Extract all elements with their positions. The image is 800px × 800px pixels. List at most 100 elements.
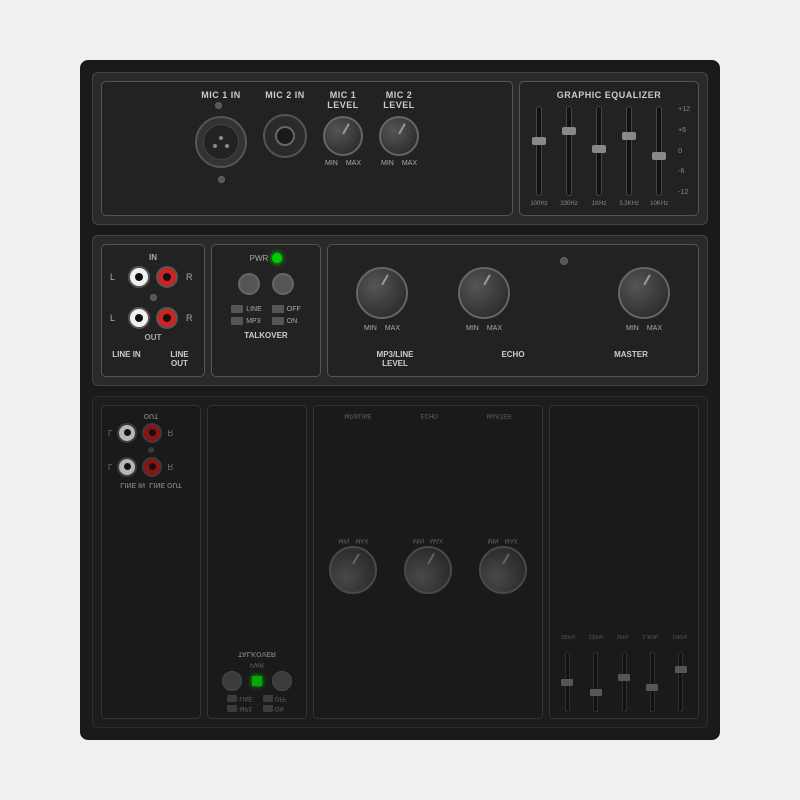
refl-btn2 — [272, 671, 292, 691]
refl-fc1 — [556, 642, 578, 712]
refl-rca-r1-inner — [149, 464, 156, 471]
talkover-label: TALKOVER — [244, 331, 287, 340]
eq-fader-10khz: 10KHz — [648, 106, 670, 207]
line-out-bottom-label: LINE OUT — [163, 350, 196, 368]
refl-10khz: 10KHz — [672, 633, 687, 639]
device-body: MIC 1 IN — [80, 60, 720, 740]
off-switch[interactable] — [272, 305, 284, 313]
refl-k3-max: MAX — [505, 538, 518, 544]
r-in-label: R — [186, 272, 196, 282]
refl-sw-line: LINE — [227, 695, 252, 702]
mic-section: MIC 1 IN — [101, 81, 513, 216]
xlr-pin-left — [213, 144, 217, 148]
refl-k1-max: MAX — [355, 538, 368, 544]
pwr-label: PWR — [250, 254, 269, 263]
refl-sw-grp2: ON OFF — [263, 695, 287, 712]
line-switch-item: LINE — [231, 305, 262, 313]
master-labels: MIN MAX — [626, 325, 662, 332]
rca-out-row: L R — [110, 307, 196, 329]
talkover-btn-2[interactable] — [272, 273, 294, 295]
mic1-level-knob[interactable] — [323, 116, 363, 156]
refl-sw-on: ON — [263, 705, 287, 712]
eq-track-3 — [596, 106, 602, 196]
mp3-switch-item: MP3 — [231, 317, 262, 325]
rca-in-red[interactable] — [156, 266, 178, 288]
master-knob[interactable] — [618, 267, 670, 319]
refl-l1: L — [108, 463, 112, 472]
trs-connector[interactable] — [263, 114, 307, 158]
refl-fc3 — [613, 642, 635, 712]
mp3-switch-label: MP3 — [246, 318, 260, 325]
screw-right — [560, 257, 568, 265]
mic1-level-label: MIC 1LEVEL — [327, 90, 359, 110]
refl-knob2-unit: MIN MAX — [404, 538, 452, 595]
xlr-pins — [213, 136, 229, 148]
refl-k3-labels: MIN MAX — [488, 538, 518, 544]
rca-out-white[interactable] — [128, 307, 150, 329]
eq-handle-4[interactable] — [622, 132, 636, 140]
eq-fader-330hz: 330Hz — [558, 106, 580, 207]
trs-inner — [275, 126, 295, 146]
refl-r1: R — [167, 463, 173, 472]
refl-talkover: MP3 LINE ON OFF — [207, 405, 307, 719]
in-label: IN — [110, 253, 196, 262]
eq-track-1 — [536, 106, 542, 196]
switch-group-1: LINE MP3 — [231, 305, 262, 325]
refl-labels-row: LINE IN LINE OUT — [108, 481, 194, 488]
mic2-in-label: MIC 2 IN — [265, 90, 305, 100]
mp3-switch[interactable] — [231, 317, 243, 325]
center-screw — [150, 294, 157, 301]
eq-handle-3[interactable] — [592, 145, 606, 153]
echo-min-label: MIN — [466, 325, 479, 332]
mp3-line-knob[interactable] — [356, 267, 408, 319]
mic2-level-knob[interactable] — [379, 116, 419, 156]
refl-mp3-line-lbl: MP3/LINE — [344, 412, 371, 418]
eq-track-5 — [656, 106, 662, 196]
refl-r2: R — [167, 429, 173, 438]
rca-out-red[interactable] — [156, 307, 178, 329]
line-io-section: IN L R L — [101, 244, 205, 377]
xlr-connector[interactable] — [195, 116, 247, 168]
rca-in-white-inner — [135, 273, 143, 281]
refl-line-out: LINE OUT — [149, 481, 182, 488]
mic2-level-group: MIC 2LEVEL MIN MAX — [379, 90, 419, 167]
refl-k3-min: MIN — [488, 538, 499, 544]
refl-echo-lbl: ECHO — [420, 412, 437, 418]
eq-handle-2[interactable] — [562, 127, 576, 135]
mic1-min-label: MIN — [325, 160, 338, 167]
on-switch[interactable] — [272, 317, 284, 325]
eq-section: GRAPHIC EQUALIZER 100Hz 330Hz — [519, 81, 699, 216]
master-bottom-label: MASTER — [572, 350, 690, 368]
line-switch[interactable] — [231, 305, 243, 313]
mp3-line-labels: MIN MAX — [364, 325, 400, 332]
mp3-min-label: MIN — [364, 325, 377, 332]
refl-k2-labels: MIN MAX — [413, 538, 443, 544]
l-in-label: L — [110, 272, 120, 282]
mic1-max-label: MAX — [346, 160, 361, 167]
eq-handle-1[interactable] — [532, 137, 546, 145]
knob-labels-row: MP3/LINELEVEL ECHO MASTER — [336, 350, 690, 368]
eq-handle-5[interactable] — [652, 152, 666, 160]
rca-in-red-inner — [163, 273, 171, 281]
refl-labels: PWR — [250, 661, 264, 667]
refl-led — [252, 676, 262, 686]
eq-scale-0: 0 — [678, 148, 690, 155]
eq-freq-5: 10KHz — [650, 201, 668, 207]
refl-sw-grp1: MP3 LINE — [227, 695, 252, 712]
mic1-in-label: MIC 1 IN — [201, 90, 241, 100]
refl-on-sw — [263, 705, 273, 712]
eq-scale-p6: +6 — [678, 127, 690, 134]
mic2-knob-labels: MIN MAX — [381, 160, 417, 167]
out-label: OUT — [110, 333, 196, 342]
talkover-btn-1[interactable] — [238, 273, 260, 295]
refl-off-lbl: OFF — [275, 696, 287, 702]
echo-knob[interactable] — [458, 267, 510, 319]
refl-off-sw — [263, 695, 273, 702]
rca-in-white[interactable] — [128, 266, 150, 288]
refl-line-section: LINE IN LINE OUT L R L R OUT — [101, 405, 201, 719]
rca-out-red-inner — [163, 314, 171, 322]
rca-out-white-inner — [135, 314, 143, 322]
eq-freq-3: 1KHz — [592, 201, 607, 207]
refl-master-lbl: MASTER — [487, 412, 512, 418]
refl-sw-mp3: MP3 — [227, 705, 252, 712]
